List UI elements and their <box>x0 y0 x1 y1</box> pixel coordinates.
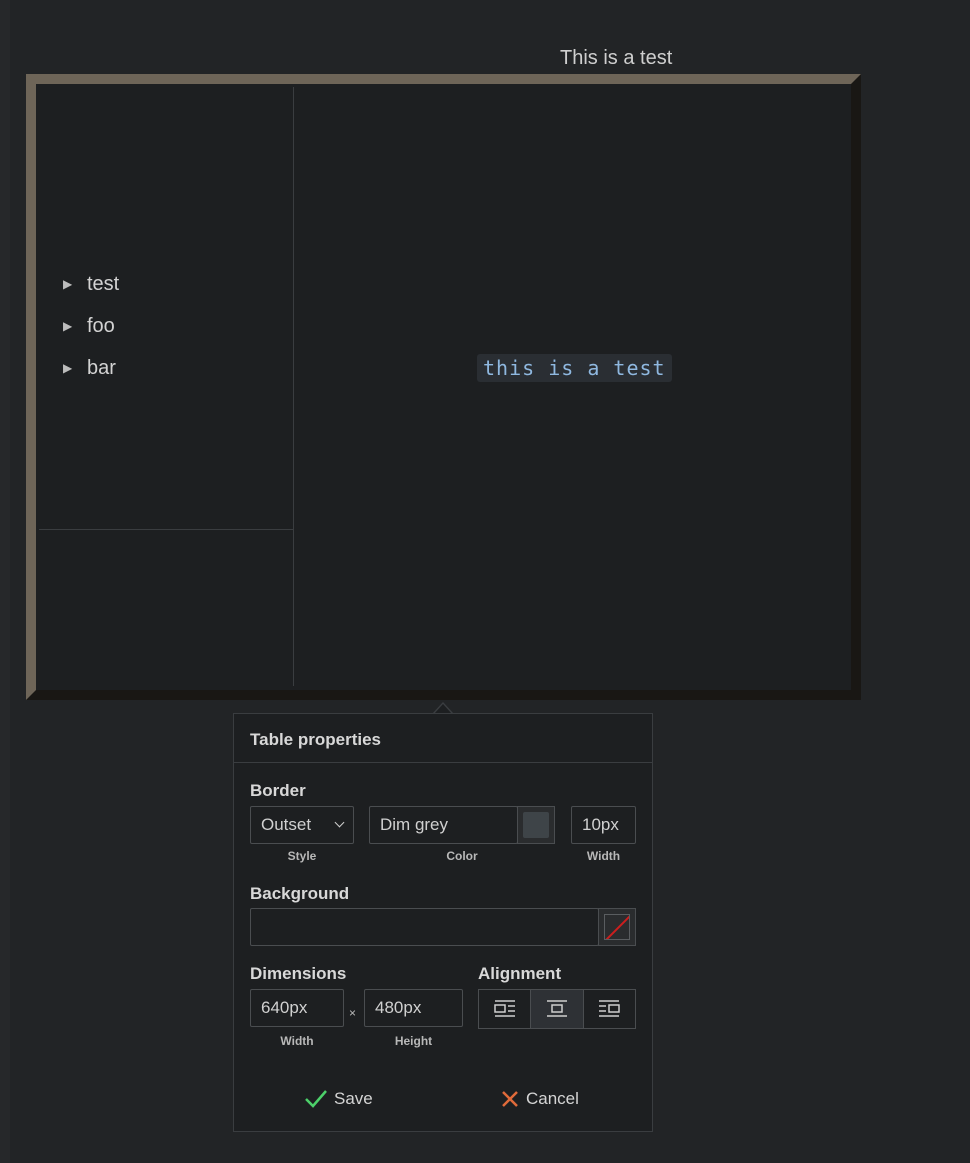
border-style-label: Style <box>287 849 317 863</box>
tree-item[interactable]: ▶ bar <box>63 347 119 389</box>
border-style-dropdown[interactable]: Outset <box>250 806 354 844</box>
background-color-picker-button[interactable] <box>598 908 636 946</box>
save-button[interactable]: Save <box>304 1086 373 1112</box>
table-height-value: 480px <box>375 998 422 1017</box>
cancel-label: Cancel <box>526 1089 579 1108</box>
border-color-input[interactable]: Dim grey <box>369 806 518 844</box>
align-right-icon <box>599 1000 621 1017</box>
expand-arrow-icon[interactable]: ▶ <box>63 319 87 333</box>
dimensions-section-label: Dimensions <box>250 964 347 983</box>
tree-item[interactable]: ▶ test <box>63 263 119 305</box>
inline-code: this is a test <box>477 354 672 382</box>
times-sign: × <box>349 1006 357 1020</box>
tree-item-label: test <box>87 272 120 295</box>
panel-title: Table properties <box>234 714 652 763</box>
tree-item-label: bar <box>87 356 116 379</box>
expand-arrow-icon[interactable]: ▶ <box>63 361 87 375</box>
expand-arrow-icon[interactable]: ▶ <box>63 277 87 291</box>
table-body: ▶ test ▶ foo ▶ bar this is a test <box>39 87 848 687</box>
no-color-icon <box>604 914 630 940</box>
close-icon <box>502 1091 518 1107</box>
table[interactable]: ▶ test ▶ foo ▶ bar this is a test <box>26 74 861 700</box>
background-section-label: Background <box>250 884 350 903</box>
align-center-button[interactable] <box>531 990 584 1028</box>
align-right-button[interactable] <box>584 990 635 1028</box>
border-width-value: 10px <box>582 815 619 834</box>
background-color-input[interactable] <box>250 908 599 946</box>
border-color-value: Dim grey <box>380 815 449 834</box>
tree-list: ▶ test ▶ foo ▶ bar <box>63 263 119 389</box>
alignment-toolbar <box>478 989 636 1029</box>
left-gutter <box>0 0 10 1163</box>
table-cell[interactable]: this is a test <box>294 87 848 687</box>
border-width-input[interactable]: 10px <box>571 806 636 844</box>
table-height-input[interactable]: 480px <box>364 989 463 1027</box>
table-height-label: Height <box>394 1034 433 1048</box>
border-color-label: Color <box>446 849 478 863</box>
tree-item-label: foo <box>87 314 115 337</box>
save-label: Save <box>334 1089 373 1108</box>
table-width-input[interactable]: 640px <box>250 989 344 1027</box>
tree-item[interactable]: ▶ foo <box>63 305 119 347</box>
table-properties-panel: Table properties Border Outset Style Dim… <box>233 713 653 1132</box>
border-width-label: Width <box>586 849 621 863</box>
border-section-label: Border <box>250 781 306 800</box>
border-color-picker-button[interactable] <box>517 806 555 844</box>
align-left-button[interactable] <box>479 990 532 1028</box>
color-swatch-icon <box>523 812 549 838</box>
check-icon <box>305 1090 327 1108</box>
align-center-icon <box>546 1000 567 1017</box>
alignment-section-label: Alignment <box>478 964 562 983</box>
table-width-value: 640px <box>261 998 308 1017</box>
cancel-button[interactable]: Cancel <box>500 1086 579 1112</box>
border-style-value: Outset <box>261 815 312 834</box>
table-width-label: Width <box>280 1034 314 1048</box>
chevron-down-icon <box>334 817 345 828</box>
table-cell[interactable] <box>39 530 294 686</box>
align-left-icon <box>493 1000 515 1017</box>
table-caption[interactable]: This is a test <box>560 47 672 70</box>
table-cell[interactable]: ▶ test ▶ foo ▶ bar <box>39 87 294 530</box>
